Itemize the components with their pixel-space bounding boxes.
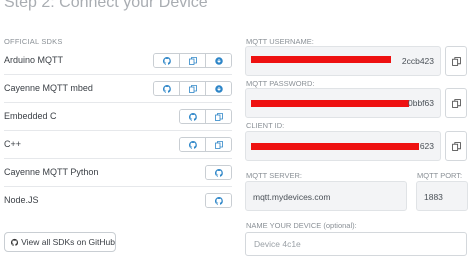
github-button[interactable] [154, 54, 179, 67]
sdk-name: Arduino MQTT [4, 55, 64, 65]
copy-icon [188, 84, 197, 93]
github-button[interactable] [154, 82, 179, 95]
github-button[interactable] [206, 194, 231, 207]
mqtt-username-label: MQTT USERNAME: [246, 37, 314, 46]
copy-button[interactable] [205, 138, 231, 151]
sdk-button-group [153, 53, 232, 68]
mqtt-port-value: 1883 [424, 192, 443, 202]
copy-button[interactable] [179, 82, 205, 95]
copy-icon [451, 56, 461, 66]
mqtt-password-field[interactable]: 0bbf63 [245, 88, 441, 118]
mqtt-password-value: 0bbf63 [408, 98, 434, 108]
sdk-button-group [179, 109, 232, 124]
github-icon [188, 112, 197, 121]
github-button[interactable] [180, 110, 205, 123]
download-button[interactable] [205, 54, 231, 67]
download-button[interactable] [205, 82, 231, 95]
mqtt-username-value: 2ccb423 [401, 56, 434, 66]
sdk-button-group [205, 193, 232, 208]
copy-username-button[interactable] [445, 46, 467, 76]
sdk-button-group [179, 137, 232, 152]
sdk-row-arduino-mqtt: Arduino MQTT [4, 48, 232, 75]
mqtt-password-label: MQTT PASSWORD: [246, 79, 315, 88]
mqtt-server-label: MQTT SERVER: [246, 171, 302, 180]
device-name-label: NAME YOUR DEVICE (optional): [246, 221, 357, 230]
copy-icon [214, 112, 223, 121]
github-icon [162, 84, 171, 93]
download-icon [214, 56, 223, 65]
github-button[interactable] [206, 166, 231, 179]
sdk-name: Cayenne MQTT Python [4, 167, 99, 177]
client-id-value: 623 [419, 141, 434, 151]
redaction-bar [251, 56, 391, 63]
sdk-row-nodejs: Node.JS [4, 188, 232, 214]
download-icon [214, 84, 223, 93]
sdk-row-cpp: C++ [4, 132, 232, 159]
github-icon [11, 238, 18, 246]
sdk-button-group [153, 81, 232, 96]
step-title: Step 2: Connect your Device [4, 0, 208, 11]
copy-button[interactable] [205, 110, 231, 123]
device-name-input[interactable] [245, 232, 467, 256]
mqtt-port-label: MQTT PORT: [417, 171, 463, 180]
mqtt-server-value: mqtt.mydevices.com [253, 192, 331, 202]
mqtt-server-field[interactable]: mqtt.mydevices.com [245, 181, 407, 211]
sdk-row-cayenne-mqtt-python: Cayenne MQTT Python [4, 160, 232, 187]
copy-password-button[interactable] [445, 88, 467, 118]
github-icon [188, 140, 197, 149]
view-sdks-github-label: View all SDKs on GitHub [21, 237, 115, 247]
redaction-bar [251, 143, 419, 150]
github-icon [214, 196, 223, 205]
mqtt-port-field[interactable]: 1883 [416, 181, 468, 211]
copy-icon [451, 98, 461, 108]
sdk-name: C++ [4, 139, 22, 149]
github-icon [162, 56, 171, 65]
sdk-name: Embedded C [4, 111, 57, 121]
mqtt-username-field[interactable]: 2ccb423 [245, 46, 441, 76]
copy-button[interactable] [179, 54, 205, 67]
copy-icon [451, 141, 461, 151]
sdk-name: Cayenne MQTT mbed [4, 83, 93, 93]
sdk-button-group [205, 165, 232, 180]
client-id-label: CLIENT ID: [246, 121, 285, 130]
github-icon [214, 168, 223, 177]
sdk-row-cayenne-mqtt-mbed: Cayenne MQTT mbed [4, 76, 232, 103]
client-id-field[interactable]: 623 [245, 131, 441, 161]
redaction-bar [251, 100, 409, 107]
sdk-name: Node.JS [4, 195, 39, 205]
copy-icon [188, 56, 197, 65]
view-sdks-github-button[interactable]: View all SDKs on GitHub [4, 232, 116, 252]
sdk-section-label: OFFICIAL SDKS [4, 37, 63, 46]
github-button[interactable] [180, 138, 205, 151]
sdk-row-embedded-c: Embedded C [4, 104, 232, 131]
copy-client-id-button[interactable] [445, 131, 467, 161]
copy-icon [214, 140, 223, 149]
